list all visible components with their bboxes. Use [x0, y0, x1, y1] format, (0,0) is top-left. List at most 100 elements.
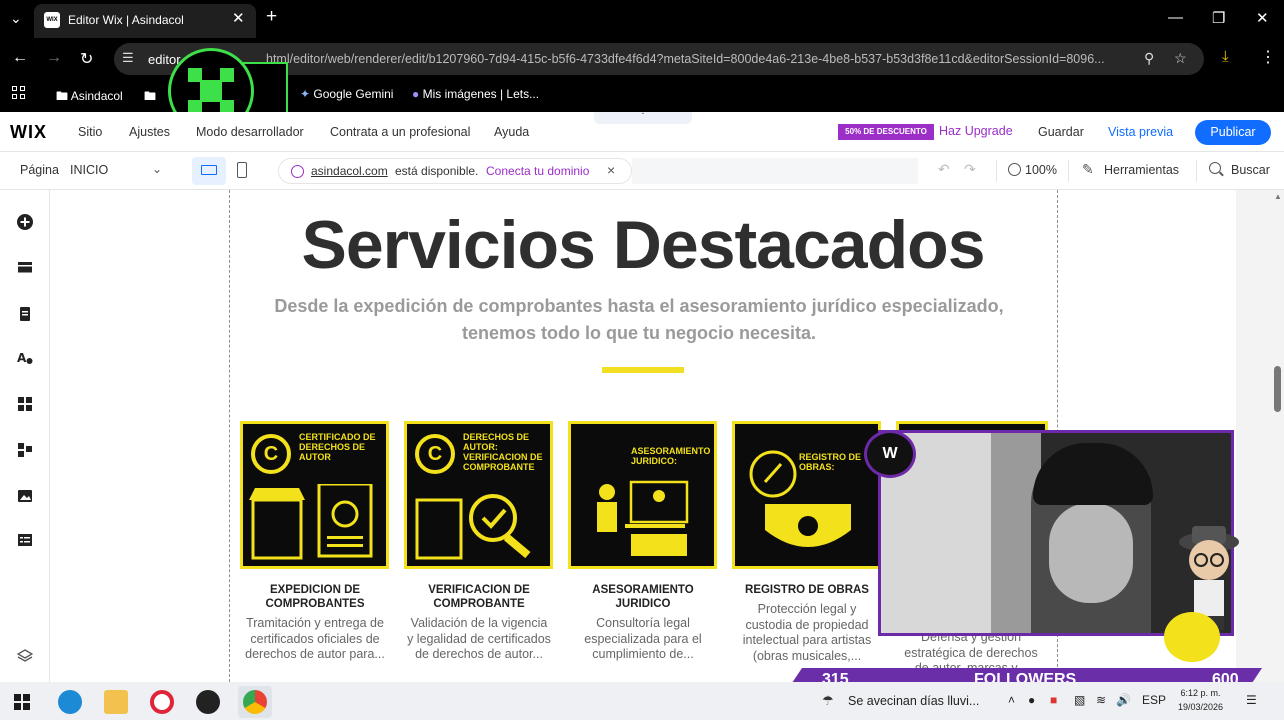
edge-icon[interactable] [58, 690, 82, 714]
sections-icon[interactable] [17, 260, 33, 276]
discount-badge[interactable]: 50% DE DESCUENTO [838, 124, 934, 140]
card-title[interactable]: REGISTRO DE OBRAS [727, 583, 887, 597]
close-tab-icon[interactable]: ✕ [232, 9, 245, 27]
tools-button[interactable]: Herramientas [1104, 163, 1179, 177]
card-description[interactable]: Protección legal y custodia de propiedad… [727, 602, 887, 664]
language-indicator[interactable]: ESP [1142, 693, 1166, 707]
bookmark-label: Mis imágenes | Lets... [422, 87, 540, 101]
obs-icon[interactable] [196, 690, 220, 714]
upgrade-link[interactable]: Haz Upgrade [939, 124, 1013, 138]
service-card-image-asesoramiento[interactable]: ASESORAMIENTO JURIDICO: [568, 421, 717, 569]
chevron-down-icon[interactable]: ⌄ [152, 162, 162, 176]
canvas-scrollbar[interactable]: ▲ [1236, 190, 1284, 682]
weather-text[interactable]: Se avecinan días lluvi... [848, 694, 979, 708]
search-icon[interactable] [1209, 162, 1221, 174]
left-tool-panel: A [0, 190, 50, 682]
tray-chevron-icon[interactable]: ˄ [1008, 693, 1015, 707]
redo-icon[interactable]: ↷ [964, 161, 976, 178]
card-desc-line: Consultoría legal [596, 616, 690, 630]
tools-icon[interactable]: ✎ [1082, 161, 1094, 178]
close-banner-icon[interactable]: × [607, 162, 615, 178]
publish-button[interactable]: Publicar [1195, 120, 1271, 145]
bookmark-star-icon[interactable]: ☆ [1174, 50, 1187, 67]
service-card-image-verificacion[interactable]: C DERECHOS DE AUTOR: VERIFICACION DE COM… [404, 421, 553, 569]
card-description[interactable]: Tramitación y entrega de certificados of… [235, 616, 395, 663]
card-title-line: EXPEDICION DE [269, 584, 361, 596]
notifications-icon[interactable]: ☰ [1246, 693, 1257, 707]
folder-icon[interactable]: 🖿 [144, 87, 156, 108]
chat-bubble-icon[interactable] [1164, 612, 1220, 662]
media-icon[interactable] [17, 488, 33, 504]
back-icon[interactable]: ← [12, 49, 28, 67]
weather-icon[interactable]: ☂ [822, 693, 834, 709]
streamer-badge-icon: W [864, 430, 916, 478]
zoom-level[interactable]: 100% [1025, 163, 1057, 177]
card-desc-line: Validación de la vigencia [410, 616, 548, 630]
cms-icon[interactable] [17, 532, 33, 548]
menu-hire-pro[interactable]: Contrata a un profesional [330, 125, 470, 139]
volume-icon[interactable]: 🔊 [1116, 693, 1131, 707]
zoom-out-icon[interactable] [1008, 163, 1021, 176]
preview-button[interactable]: Vista previa [1108, 125, 1173, 139]
bookmark-mis-imagenes[interactable]: ● Mis imágenes | Lets... [412, 87, 539, 101]
browser-tab[interactable]: WIX Editor Wix | Asindacol ✕ [34, 4, 256, 38]
forward-icon[interactable]: → [46, 49, 62, 67]
card-description[interactable]: Consultoría legal especializada para el … [563, 616, 723, 663]
card-title[interactable]: EXPEDICION DE COMPROBANTES [235, 583, 395, 611]
card-desc-line: certificados oficiales de [250, 631, 380, 646]
scroll-up-icon[interactable]: ▲ [1274, 192, 1282, 201]
service-card-image-certificado[interactable]: C CERTIFICADO DE DERECHOS DE AUTOR [240, 421, 389, 569]
file-explorer-icon[interactable] [104, 690, 128, 714]
bookmark-asindacol[interactable]: 🖿 Asindacol [56, 87, 123, 108]
apps-icon[interactable] [17, 396, 33, 412]
menu-dev-mode[interactable]: Modo desarrollador [196, 125, 304, 139]
undo-icon[interactable]: ↶ [938, 161, 950, 178]
bookmark-gemini[interactable]: ✦ Google Gemini [300, 87, 393, 101]
page-select[interactable]: INICIO [70, 163, 108, 177]
opera-icon[interactable] [150, 690, 174, 714]
chrome-taskbar-button[interactable] [238, 686, 272, 718]
collapse-handle[interactable]: ˆ [594, 112, 692, 124]
microphone-icon[interactable]: ● [1028, 693, 1035, 707]
clock[interactable]: 6:12 p. m. 19/03/2026 [1178, 686, 1223, 714]
tab-list-chevron-icon[interactable]: ⌄ [10, 10, 22, 27]
more-menu-icon[interactable]: ⋮ [1260, 47, 1276, 67]
reload-icon[interactable]: ↻ [80, 49, 93, 69]
close-window-icon[interactable]: ✕ [1256, 9, 1269, 27]
network-icon[interactable]: ▧ [1074, 693, 1085, 707]
url-path: html/editor/web/renderer/edit/b1207960-7… [266, 52, 1105, 66]
layers-icon[interactable] [17, 648, 33, 664]
menu-sitio[interactable]: Sitio [78, 125, 102, 139]
minimize-icon[interactable]: — [1168, 9, 1183, 26]
search-button[interactable]: Buscar [1231, 163, 1270, 177]
wifi-icon[interactable]: ≋ [1096, 693, 1106, 707]
menu-ajustes[interactable]: Ajustes [129, 125, 170, 139]
service-card-image-registro[interactable]: REGISTRO DE OBRAS: [732, 421, 881, 569]
card-description[interactable]: Validación de la vigencia y legalidad de… [399, 616, 559, 663]
globe-icon [291, 165, 304, 178]
card-title[interactable]: ASESORAMIENTO JURIDICO [563, 583, 723, 611]
shield-alert-icon[interactable]: ■ [1050, 693, 1057, 707]
menu-ayuda[interactable]: Ayuda [494, 125, 529, 139]
business-apps-icon[interactable] [17, 442, 33, 458]
section-heading[interactable]: Servicios Destacados [230, 206, 1056, 284]
zoom-lens-icon[interactable]: ⚲ [1144, 50, 1154, 67]
add-elements-icon[interactable] [17, 214, 33, 230]
download-icon[interactable]: ⤓ [1222, 48, 1229, 65]
connect-domain-link[interactable]: Conecta tu dominio [486, 164, 589, 178]
mobile-view-button[interactable] [237, 162, 247, 178]
apps-grid-icon[interactable] [12, 86, 26, 100]
windows-start-icon[interactable] [14, 694, 30, 710]
restore-icon[interactable]: ❐ [1212, 9, 1225, 27]
desktop-view-button[interactable] [192, 157, 226, 185]
site-info-icon[interactable]: ☰ [122, 50, 134, 66]
card-desc-line: de derechos de autor... [415, 647, 543, 661]
subheading-line: tenemos todo lo que tu negocio necesita. [461, 323, 817, 343]
scroll-thumb[interactable] [1274, 366, 1281, 412]
section-subheading[interactable]: Desde la expedición de comprobantes hast… [250, 293, 1028, 347]
new-tab-icon[interactable]: + [266, 6, 277, 28]
save-button[interactable]: Guardar [1038, 125, 1084, 139]
card-title[interactable]: VERIFICACION DE COMPROBANTE [399, 583, 559, 611]
design-icon[interactable]: A [17, 350, 33, 366]
pages-icon[interactable] [17, 306, 33, 322]
